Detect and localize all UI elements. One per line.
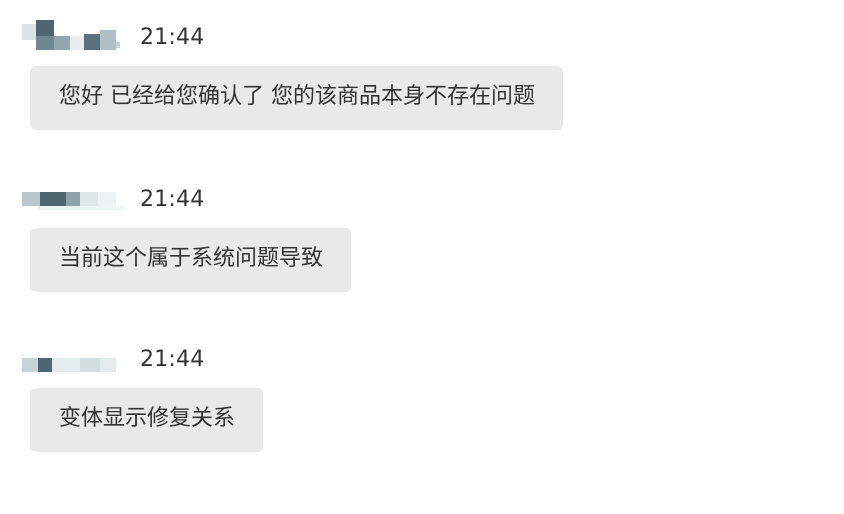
message-timestamp: 21:44 [140,25,205,50]
message-timestamp: 21:44 [140,187,205,212]
message-bubble[interactable]: 当前这个属于系统问题导致 [30,228,352,292]
message-header: 21:44 [22,180,351,220]
message-bubble[interactable]: 变体显示修复关系 [30,388,264,452]
blurred-sender-name [22,180,124,220]
message: 21:44 当前这个属于系统问题导致 [22,180,352,292]
chat-thread: 21:44 您好 已经给您确认了 您的该商品本身不存在问题 21:44 当前这个… [0,0,844,514]
message-header: 21:44 [22,340,263,380]
blurred-sender-name [22,18,122,58]
message: 21:44 您好 已经给您确认了 您的该商品本身不存在问题 [22,18,563,130]
message-header: 21:44 [22,18,563,58]
message-timestamp: 21:44 [140,347,205,372]
message-bubble[interactable]: 您好 已经给您确认了 您的该商品本身不存在问题 [30,66,563,130]
message: 21:44 变体显示修复关系 [22,340,264,452]
blurred-sender-name [22,340,122,380]
